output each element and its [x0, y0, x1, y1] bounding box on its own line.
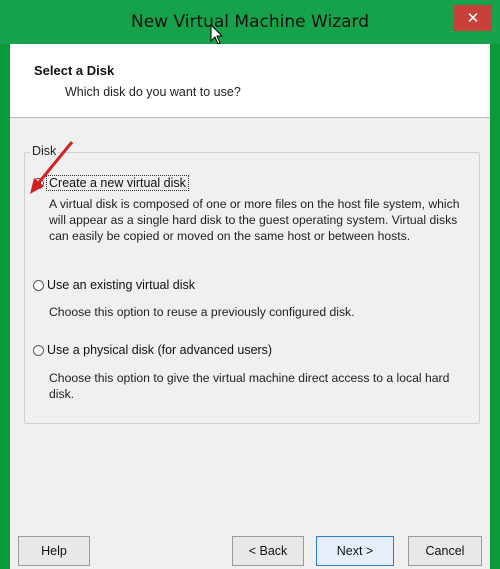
description-line: will appear as a single hard disk to the…	[49, 213, 458, 227]
radio-button[interactable]	[33, 344, 44, 356]
wizard-window: New Virtual Machine Wizard ✕ Select a Di…	[0, 0, 500, 569]
page-title: Select a Disk	[34, 63, 115, 78]
page-subtitle: Which disk do you want to use?	[65, 85, 241, 99]
help-button[interactable]: Help	[18, 536, 90, 566]
mouse-cursor-icon	[210, 24, 224, 45]
radio-button[interactable]	[33, 279, 44, 291]
close-icon: ✕	[466, 9, 480, 27]
description-line: can easily be copied or moved on the sam…	[49, 229, 411, 243]
cancel-button[interactable]: Cancel	[408, 536, 482, 566]
next-button[interactable]: Next >	[316, 536, 394, 566]
description-line: disk.	[49, 387, 75, 401]
description-line: A virtual disk is composed of one or mor…	[49, 197, 460, 211]
annotation-arrow-icon	[30, 141, 74, 194]
option-description: Choose this option to reuse a previously…	[49, 304, 469, 320]
title-bar[interactable]: New Virtual Machine Wizard ✕	[0, 0, 500, 45]
back-button[interactable]: < Back	[232, 536, 304, 566]
close-button[interactable]: ✕	[454, 5, 492, 31]
option-description: Choose this option to give the virtual m…	[49, 370, 469, 402]
description-line: Choose this option to give the virtual m…	[49, 371, 450, 385]
window-title: New Virtual Machine Wizard	[131, 12, 369, 32]
radio-use-existing-disk[interactable]: Use an existing virtual disk	[33, 278, 195, 292]
option-label[interactable]: Use a physical disk (for advanced users)	[47, 343, 272, 357]
wizard-header: Select a Disk Which disk do you want to …	[10, 44, 490, 118]
option-description: A virtual disk is composed of one or mor…	[49, 196, 469, 244]
description-line: Choose this option to reuse a previously…	[49, 305, 355, 319]
radio-use-physical-disk[interactable]: Use a physical disk (for advanced users)	[33, 343, 272, 357]
wizard-content: Disk Create a new virtual disk A virtual…	[10, 118, 490, 539]
option-label[interactable]: Use an existing virtual disk	[47, 278, 195, 292]
